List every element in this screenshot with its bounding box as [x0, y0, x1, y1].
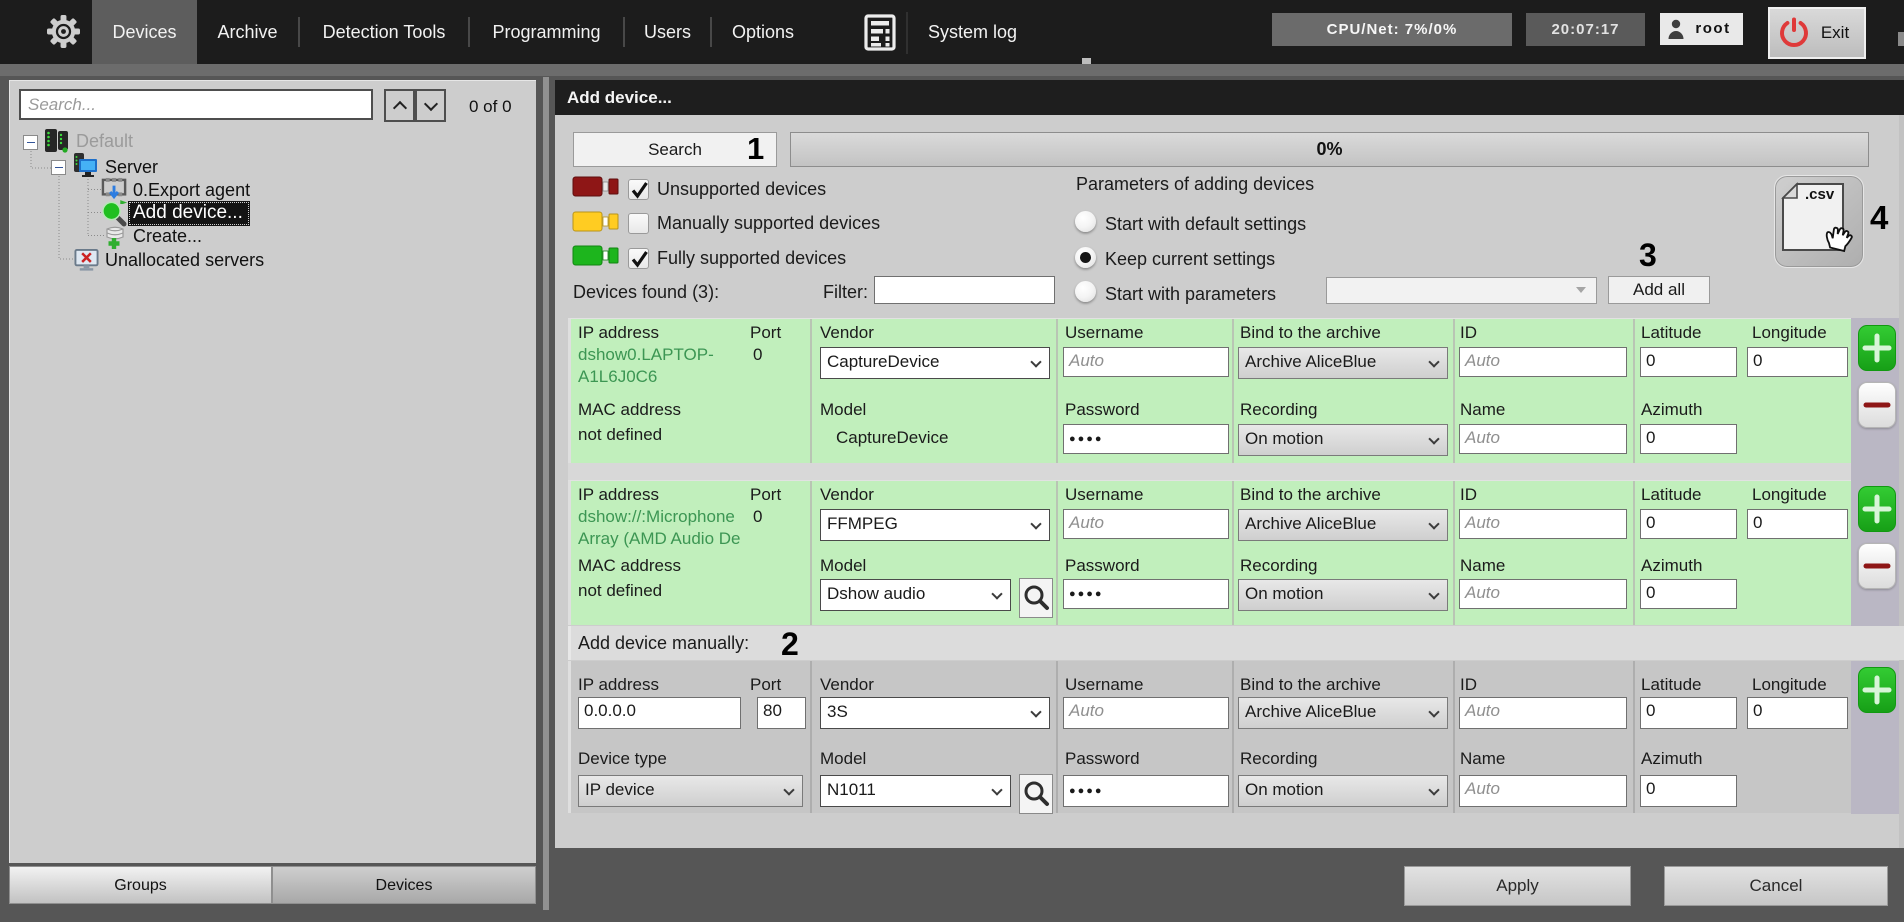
svg-text:.csv: .csv	[1805, 186, 1835, 203]
